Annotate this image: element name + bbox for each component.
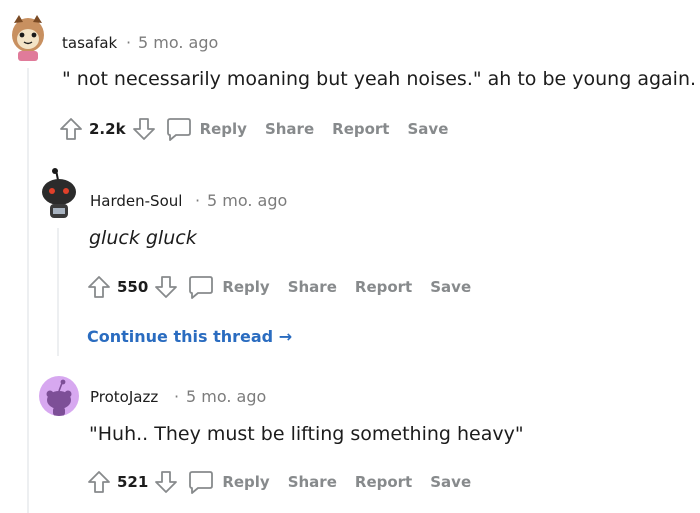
save-button[interactable]: Save [430,278,471,296]
reply-button[interactable]: Reply [188,470,270,494]
comment-actions: 2.2k Reply Share Report Save [59,115,466,143]
thread-line-nested[interactable] [57,228,59,356]
meta-separator: · [174,387,180,406]
reply-label: Reply [222,278,270,296]
comment-timestamp[interactable]: 5 mo. ago [186,387,266,406]
reply-label: Reply [199,120,247,138]
continue-thread-label: Continue this thread [87,327,274,346]
save-button[interactable]: Save [407,120,448,138]
reply-button[interactable]: Reply [166,117,247,141]
upvote-icon[interactable] [59,117,83,141]
upvote-icon[interactable] [87,470,111,494]
comment-author[interactable]: Harden-Soul [90,192,182,210]
comment-author[interactable]: tasafak [62,34,117,52]
comment-body: gluck gluck [89,227,197,249]
save-button[interactable]: Save [430,473,471,491]
comment-body: " not necessarily moaning but yeah noise… [62,68,697,90]
report-button[interactable]: Report [332,120,389,138]
avatar-tanuki-icon [12,15,44,61]
arrow-right-icon: → [278,327,293,346]
vote-count: 521 [117,473,149,491]
downvote-icon[interactable] [132,117,156,141]
comment-author[interactable]: ProtoJazz [90,388,158,406]
avatar[interactable] [38,168,80,220]
comment-timestamp[interactable]: 5 mo. ago [207,191,287,210]
avatar[interactable] [8,13,48,61]
vote-count: 550 [117,278,149,296]
meta-separator: · [195,191,201,210]
downvote-icon[interactable] [154,275,178,299]
comment-actions: 550 Reply Share Report Save [87,273,489,301]
reply-label: Reply [222,473,270,491]
share-button[interactable]: Share [288,473,337,491]
avatar[interactable] [39,376,79,416]
comment-body: "Huh.. They must be lifting something he… [89,423,524,445]
comment-bubble-icon [166,118,191,141]
meta-separator: · [126,33,132,52]
avatar-snoo-icon [42,168,76,218]
report-button[interactable]: Report [355,278,412,296]
reply-button[interactable]: Reply [188,275,270,299]
vote-count: 2.2k [89,120,126,138]
thread-line-main[interactable] [27,68,29,513]
comment-bubble-icon [189,276,214,299]
downvote-icon[interactable] [154,470,178,494]
comment-bubble-icon [189,471,214,494]
comment-actions: 521 Reply Share Report Save [87,468,489,496]
continue-thread-link[interactable]: Continue this thread → [87,327,292,346]
report-button[interactable]: Report [355,473,412,491]
share-button[interactable]: Share [288,278,337,296]
share-button[interactable]: Share [265,120,314,138]
upvote-icon[interactable] [87,275,111,299]
avatar-snoo-icon [46,379,72,416]
comment-timestamp[interactable]: 5 mo. ago [138,33,218,52]
